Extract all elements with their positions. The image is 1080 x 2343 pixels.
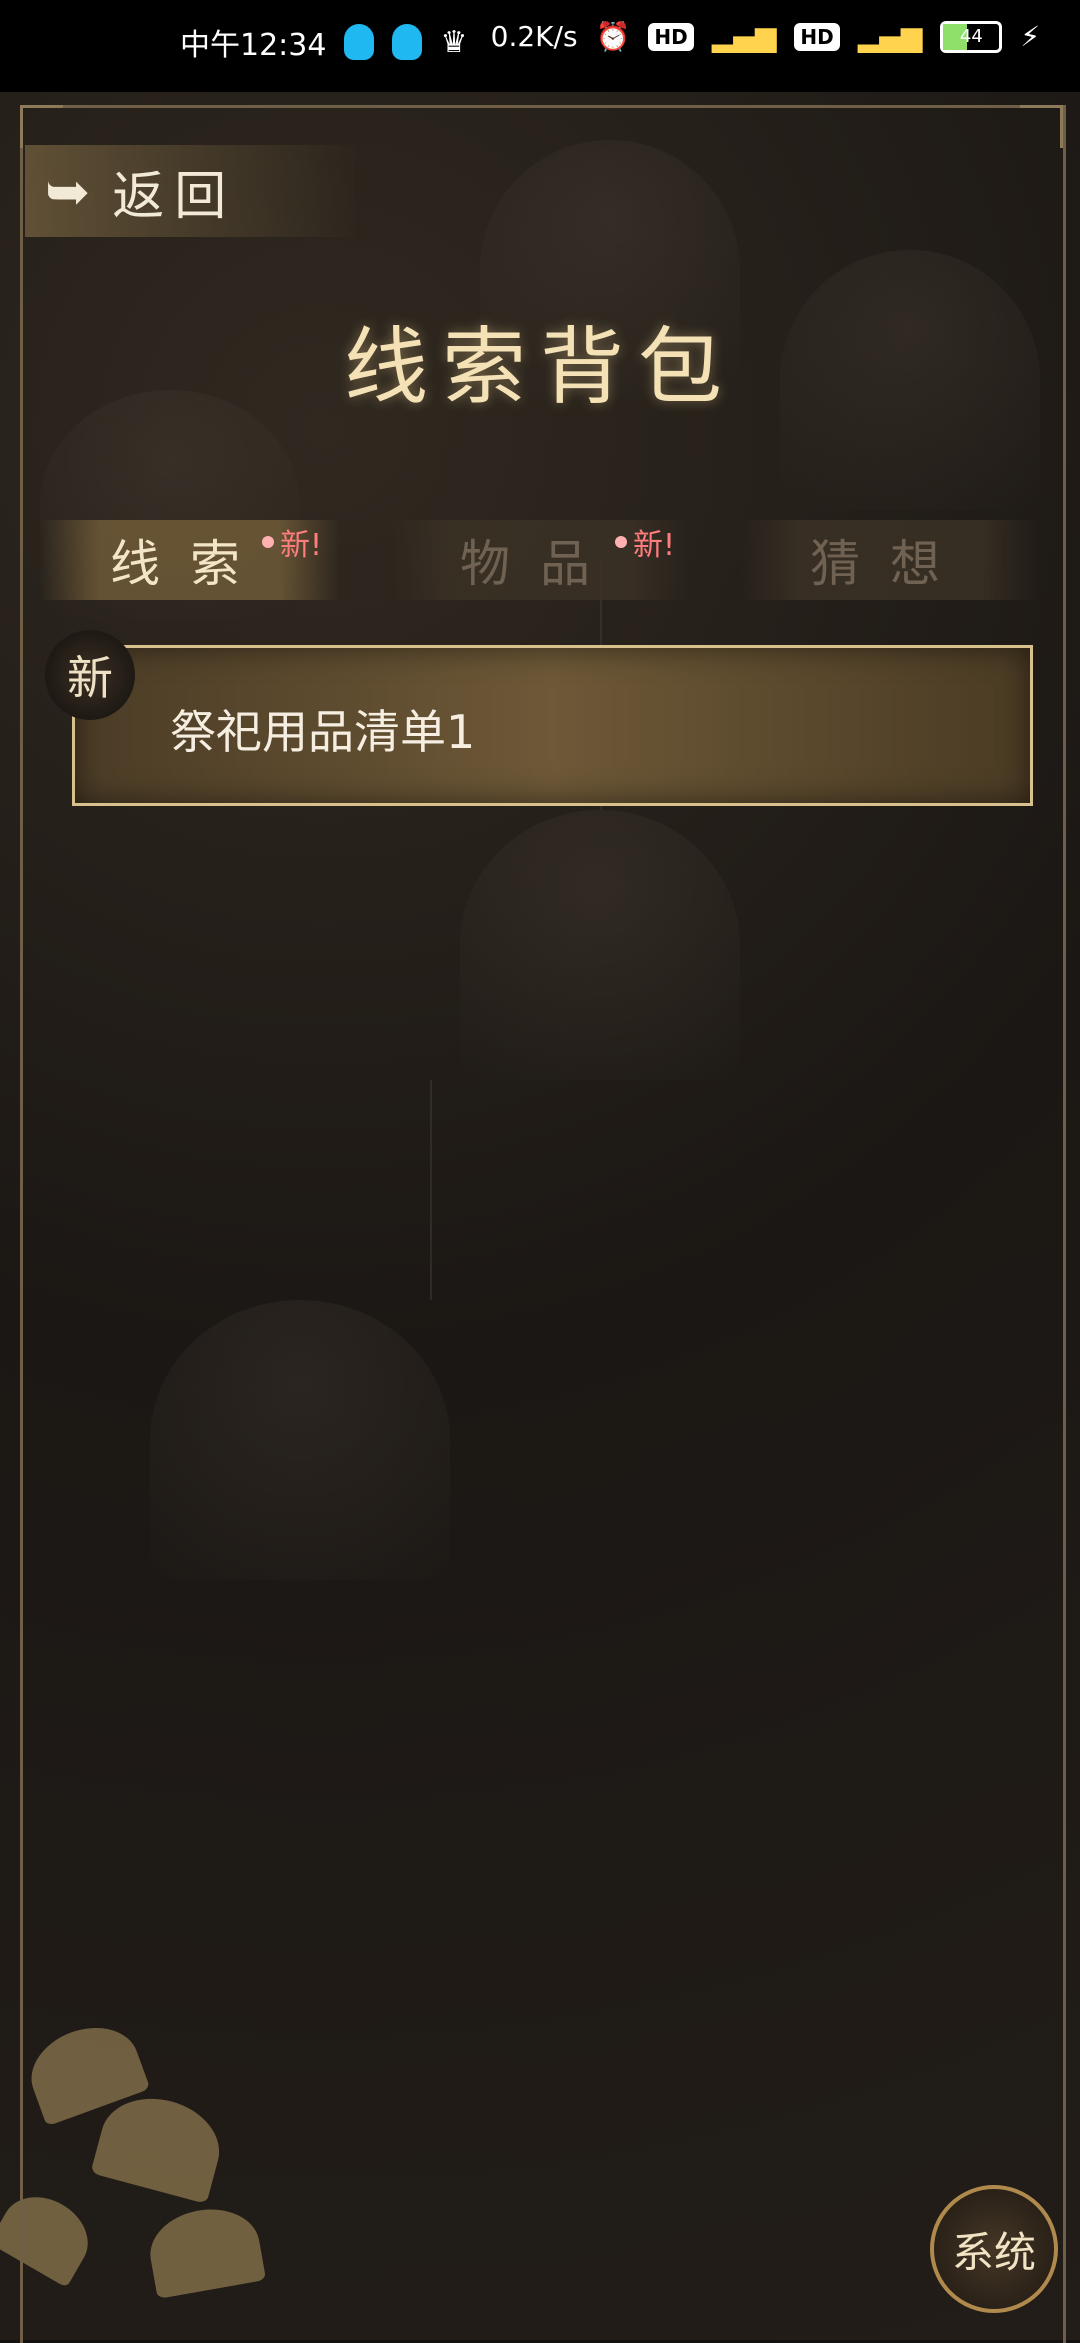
tab-items-label: 物品 — [460, 535, 620, 593]
frame-corner-decoration — [20, 105, 63, 148]
border-frame — [20, 105, 1066, 2343]
hd-icon: HD — [648, 22, 694, 51]
clue-item-label: 祭祀用品清单1 — [170, 705, 476, 759]
network-speed: 0.2K/s — [490, 20, 578, 53]
qq-icon — [392, 24, 423, 60]
qq-icon — [344, 24, 375, 60]
tab-clues-label: 线索 — [110, 535, 270, 593]
notification-icon: ♛ — [440, 24, 468, 60]
new-dot-icon — [615, 536, 627, 548]
signal-icon: ▂▄▆ — [711, 20, 777, 53]
page-title: 线索背包 — [343, 318, 736, 416]
back-button[interactable]: ➥ 返回 — [25, 145, 355, 237]
back-arrow-icon: ➥ — [45, 159, 91, 223]
charging-icon: ⚡ — [1020, 20, 1040, 53]
tab-guesses-label: 猜想 — [810, 535, 970, 593]
frame-corner-decoration — [1020, 105, 1063, 148]
status-bar: 中午12:34 ♛ 0.2K/s ⏰ HD ▂▄▆ HD ▂▄▆ 44 ⚡ — [0, 0, 1080, 92]
tab-guesses[interactable]: 猜想 — [740, 520, 1040, 600]
new-tag-badge: 新 — [45, 630, 135, 720]
tab-items-new-badge: 新! — [615, 520, 675, 564]
alarm-icon: ⏰ — [595, 20, 631, 53]
system-button[interactable]: 系统 — [930, 2185, 1058, 2313]
clue-list-item[interactable]: 祭祀用品清单1 — [72, 645, 1033, 806]
new-dot-icon — [262, 536, 274, 548]
signal-icon: ▂▄▆ — [857, 20, 923, 53]
tab-clues-new-badge: 新! — [262, 520, 322, 564]
battery-icon: 44 — [940, 20, 1003, 53]
clock-text: 中午12:34 — [180, 28, 327, 63]
hd-icon: HD — [794, 22, 840, 51]
back-label: 返回 — [112, 166, 237, 227]
